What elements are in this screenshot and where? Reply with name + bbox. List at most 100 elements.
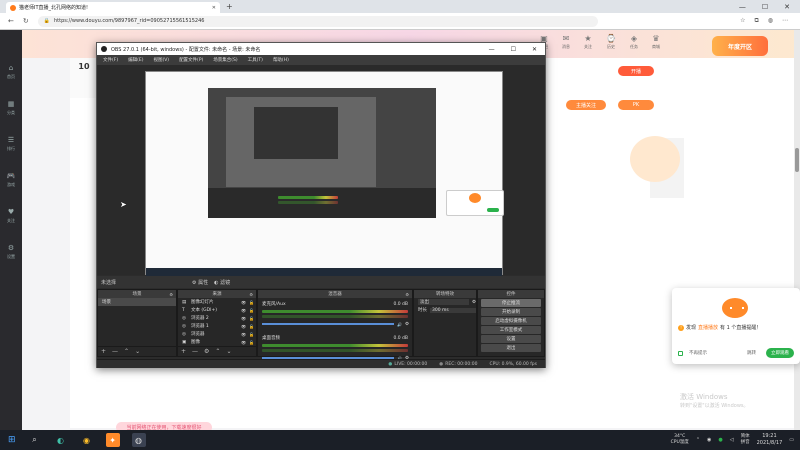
source-settings-icon[interactable]: ⚙ xyxy=(204,348,209,355)
transition-settings-icon[interactable]: ⚙ xyxy=(472,300,476,305)
obs-close-button[interactable]: ✕ xyxy=(532,46,537,53)
left-nav-item[interactable]: ⌂ 首页 xyxy=(7,64,15,80)
source-down-icon[interactable]: ⌄ xyxy=(226,348,231,355)
visibility-eye-icon[interactable]: 👁 xyxy=(241,340,246,345)
header-item[interactable]: ♛ 商城 xyxy=(652,34,660,50)
lock-icon[interactable]: 🔓 xyxy=(249,308,256,313)
browser-tab-active[interactable]: 猫老师IT直播_北孔网络的知道! ✕ xyxy=(6,2,220,13)
source-item[interactable]: ▣ 图像 👁 🔓 xyxy=(178,338,256,346)
source-item[interactable]: ◎ 浏览器 1 👁 🔓 xyxy=(178,322,256,330)
obs-menu-item[interactable]: 文件(F) xyxy=(103,57,118,63)
page-scrollbar[interactable] xyxy=(794,30,800,430)
watch-now-button[interactable]: 立即观看 xyxy=(766,348,794,358)
header-item[interactable]: ✉ 消息 xyxy=(562,34,570,50)
new-tab-button[interactable]: + xyxy=(226,2,233,11)
remove-scene-icon[interactable]: — xyxy=(112,348,118,355)
pk-badge[interactable]: PK xyxy=(618,100,654,110)
highlight-text[interactable]: 直播播放 xyxy=(698,324,718,331)
visibility-eye-icon[interactable]: 👁 xyxy=(241,332,246,337)
dont-show-checkbox[interactable] xyxy=(678,350,683,356)
source-item[interactable]: T 文本 (GDI+) 👁 🔓 xyxy=(178,306,256,314)
visibility-eye-icon[interactable]: 👁 xyxy=(241,300,246,305)
later-button[interactable]: 跳转 xyxy=(747,350,756,356)
remove-source-icon[interactable]: — xyxy=(192,348,198,355)
scene-item[interactable]: 场景 xyxy=(98,298,176,306)
control-button[interactable]: 启动虚拟摄像机 xyxy=(481,317,541,325)
properties-button[interactable]: ⚙ 属性 xyxy=(192,279,208,286)
control-button[interactable]: 设置 xyxy=(481,335,541,343)
obs-preview[interactable] xyxy=(97,65,545,276)
channel-settings-icon[interactable]: ⚙ xyxy=(405,322,412,327)
add-scene-icon[interactable]: + xyxy=(101,348,106,355)
control-button[interactable]: 停止推流 xyxy=(481,299,541,307)
visibility-eye-icon[interactable]: 👁 xyxy=(241,316,246,321)
filters-button[interactable]: ◐ 滤镜 xyxy=(214,279,230,286)
speaker-icon[interactable]: 🔊 xyxy=(397,322,402,327)
obs-menu-item[interactable]: 编辑(E) xyxy=(128,57,143,63)
close-tab-icon[interactable]: ✕ xyxy=(212,5,216,11)
notification-center-icon[interactable]: ▭ xyxy=(789,437,794,443)
control-button[interactable]: 工作室模式 xyxy=(481,326,541,334)
volume-slider[interactable] xyxy=(262,323,394,325)
dock-gear-icon[interactable]: ⚙ xyxy=(249,292,253,297)
scrollbar-thumb[interactable] xyxy=(795,148,799,172)
left-nav-item[interactable]: ⚙ 设置 xyxy=(7,244,15,260)
obs-taskbar-icon[interactable]: ◍ xyxy=(131,433,146,447)
transition-type-select[interactable]: 淡出 xyxy=(418,299,469,305)
left-nav-item[interactable]: ☰ 排行 xyxy=(7,136,15,152)
scene-up-icon[interactable]: ⌃ xyxy=(124,348,129,355)
minimize-button[interactable]: — xyxy=(739,3,746,11)
obs-maximize-button[interactable]: ☐ xyxy=(511,46,516,53)
lock-icon[interactable]: 🔓 xyxy=(249,332,256,337)
lock-icon[interactable]: 🔓 xyxy=(249,300,256,305)
pk-button[interactable]: 开播 xyxy=(618,66,654,76)
header-item[interactable]: ◈ 任务 xyxy=(630,34,638,50)
favorite-star-icon[interactable]: ☆ xyxy=(740,17,745,25)
dock-gear-icon[interactable]: ⚙ xyxy=(405,292,409,297)
duration-input[interactable]: 300 ms xyxy=(430,307,476,313)
lock-icon[interactable]: 🔓 xyxy=(249,316,256,321)
network-icon[interactable]: ◉ xyxy=(707,437,711,443)
windows-start-icon[interactable]: ⊞ xyxy=(8,435,16,445)
zone-badge[interactable]: 年度开区 xyxy=(712,36,768,56)
app-orange-icon[interactable]: ✦ xyxy=(105,433,120,447)
tray-expand-icon[interactable]: ⌃ xyxy=(696,437,700,443)
lock-icon[interactable]: 🔓 xyxy=(249,340,256,345)
scene-down-icon[interactable]: ⌄ xyxy=(135,348,140,355)
obs-menu-item[interactable]: 配置文件(P) xyxy=(179,57,203,63)
left-nav-item[interactable]: ▦ 分类 xyxy=(7,100,15,116)
obs-minimize-button[interactable]: — xyxy=(489,46,495,53)
follow-button[interactable]: 主播关注 xyxy=(566,100,606,110)
ime-indicator[interactable]: 简体 拼音 xyxy=(741,434,750,446)
header-item[interactable]: ⌚ 历史 xyxy=(606,34,616,50)
menu-dots-icon[interactable]: ⋯ xyxy=(782,17,788,25)
chrome-icon[interactable]: ◉ xyxy=(80,433,94,447)
header-item[interactable]: ★ 关注 xyxy=(584,34,592,50)
obs-menu-item[interactable]: 工具(T) xyxy=(248,57,263,63)
refresh-icon[interactable]: ↻ xyxy=(23,17,29,25)
left-nav-item[interactable]: ♥ 关注 xyxy=(7,208,15,224)
weather-widget[interactable]: 34°C CPU温度 xyxy=(671,434,689,446)
url-field[interactable]: 🔒 https://www.douyu.com/9897967_rid=0905… xyxy=(37,15,598,27)
obs-menu-item[interactable]: 视图(V) xyxy=(153,57,169,63)
profile-icon[interactable]: ◍ xyxy=(768,17,773,25)
clock[interactable]: 19:21 2021/8/17 xyxy=(757,433,783,447)
source-item[interactable]: ◎ 浏览器 👁 🔓 xyxy=(178,330,256,338)
back-arrow-icon[interactable]: ← xyxy=(8,17,14,25)
collections-icon[interactable]: ⧉ xyxy=(754,17,758,25)
edge-browser-icon[interactable]: ◐ xyxy=(54,433,68,447)
visibility-eye-icon[interactable]: 👁 xyxy=(241,324,246,329)
dock-gear-icon[interactable]: ⚙ xyxy=(169,292,173,297)
maximize-button[interactable]: ☐ xyxy=(762,3,768,11)
wechat-icon[interactable]: ● xyxy=(718,437,722,443)
obs-menu-item[interactable]: 场景集合(S) xyxy=(213,57,237,63)
lock-icon[interactable]: 🔓 xyxy=(249,324,256,329)
control-button[interactable]: 退出 xyxy=(481,344,541,352)
add-source-icon[interactable]: + xyxy=(181,348,186,355)
obs-menu-item[interactable]: 帮助(H) xyxy=(273,57,289,63)
left-nav-item[interactable]: 🎮 游戏 xyxy=(7,172,16,188)
control-button[interactable]: 开始录制 xyxy=(481,308,541,316)
search-icon[interactable]: ⌕ xyxy=(28,433,42,447)
source-item[interactable]: ▤ 图像幻灯片 👁 🔓 xyxy=(178,298,256,306)
source-item[interactable]: ◎ 浏览器 2 👁 🔓 xyxy=(178,314,256,322)
